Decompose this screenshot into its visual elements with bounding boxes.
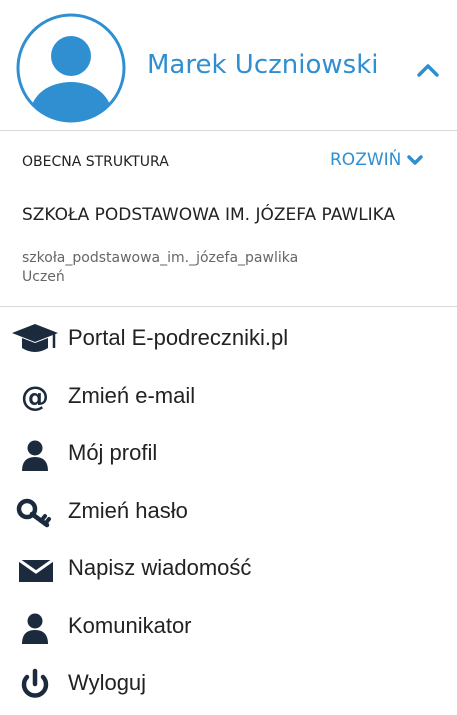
menu-item-portal[interactable]: Portal E-podreczniki.pl: [0, 312, 457, 370]
menu-label: Zmień e-mail: [68, 382, 196, 408]
chevron-down-icon[interactable]: [407, 153, 424, 167]
power-icon: [10, 667, 60, 703]
header-divider: [0, 130, 457, 131]
envelope-icon: [10, 552, 60, 588]
menu-label: Portal E-podreczniki.pl: [68, 325, 289, 350]
school-name: SZKOŁA PODSTAWOWA IM. JÓZEFA PAWLIKA: [22, 205, 396, 225]
user-menu: Portal E-podreczniki.pl @ Zmień e-mail M…: [0, 312, 457, 715]
school-slug: szkoła_podstawowa_im._józefa_pawlika: [22, 250, 299, 266]
structure-label: OBECNA STRUKTURA: [22, 154, 169, 170]
menu-label: Mój profil: [68, 440, 158, 465]
menu-label: Napisz wiadomość: [68, 555, 252, 580]
menu-label: Komunikator: [68, 612, 192, 638]
at-sign-icon: @: [10, 380, 60, 416]
structure-divider: [0, 306, 457, 307]
user-icon: [10, 610, 60, 646]
user-name[interactable]: Marek Uczniowski: [147, 50, 378, 80]
user-icon: [10, 437, 60, 473]
menu-item-write-message[interactable]: Napisz wiadomość: [0, 542, 457, 600]
user-role: Uczeń: [22, 269, 65, 285]
expand-label[interactable]: ROZWIŃ: [330, 150, 401, 170]
menu-item-messenger[interactable]: Komunikator: [0, 600, 457, 658]
expand-button[interactable]: ROZWIŃ: [330, 150, 424, 170]
menu-label: Wyloguj: [68, 670, 147, 695]
graduation-cap-icon: [10, 322, 60, 358]
key-icon: [10, 495, 60, 531]
user-header: Marek Uczniowski: [0, 0, 457, 130]
svg-text:@: @: [21, 380, 49, 413]
avatar-icon[interactable]: [15, 12, 127, 124]
menu-item-profile[interactable]: Mój profil: [0, 427, 457, 485]
menu-item-change-email[interactable]: @ Zmień e-mail: [0, 370, 457, 428]
menu-item-logout[interactable]: Wyloguj: [0, 657, 457, 715]
menu-item-change-password[interactable]: Zmień hasło: [0, 485, 457, 543]
menu-label: Zmień hasło: [68, 497, 188, 523]
chevron-up-icon[interactable]: [415, 60, 441, 80]
